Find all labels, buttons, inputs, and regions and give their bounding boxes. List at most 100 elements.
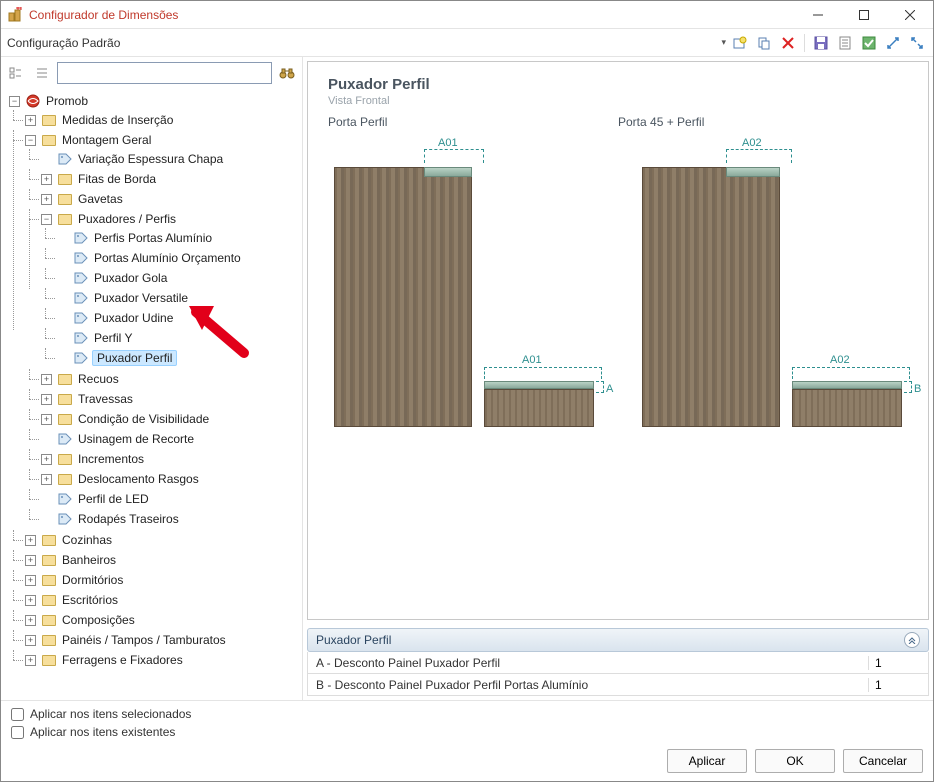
app-icon bbox=[7, 7, 23, 23]
tree-item[interactable]: Puxador Perfil bbox=[57, 349, 300, 367]
ok-button[interactable]: OK bbox=[755, 749, 835, 773]
param-row[interactable]: B - Desconto Painel Puxador Perfil Porta… bbox=[307, 674, 929, 696]
tree-item[interactable]: +Medidas de Inserção bbox=[25, 111, 300, 129]
tree-item[interactable]: + Travessas bbox=[41, 390, 300, 408]
folder-icon bbox=[58, 472, 72, 486]
tree-item[interactable]: Perfil de LED bbox=[41, 490, 300, 508]
folder-icon bbox=[58, 412, 72, 426]
toolbar-new-icon[interactable] bbox=[730, 33, 750, 53]
toolbar-collapse-icon[interactable] bbox=[907, 33, 927, 53]
window-maximize-button[interactable] bbox=[841, 1, 887, 29]
tree-item-label: Deslocamento Rasgos bbox=[76, 472, 201, 486]
window-close-button[interactable] bbox=[887, 1, 933, 29]
tree-item-label: Perfil de LED bbox=[76, 492, 151, 506]
toolbar-save-icon[interactable] bbox=[811, 33, 831, 53]
expander-icon[interactable]: + bbox=[25, 635, 36, 646]
toolbar-sheet-icon[interactable] bbox=[835, 33, 855, 53]
tree-mode-2-icon[interactable] bbox=[31, 62, 53, 84]
toolbar-delete-icon[interactable] bbox=[778, 33, 798, 53]
param-row[interactable]: A - Desconto Painel Puxador Perfil1 bbox=[307, 652, 929, 674]
expander-icon[interactable]: − bbox=[9, 96, 20, 107]
tree-item[interactable]: −Puxadores / Perfis bbox=[41, 210, 300, 228]
tree-item[interactable]: Portas Alumínio Orçamento bbox=[57, 249, 300, 267]
tree-item[interactable]: Puxador Udine bbox=[57, 309, 300, 327]
dim-label-a01: A01 bbox=[438, 137, 458, 149]
preview-subtitle: Vista Frontal bbox=[328, 95, 908, 107]
tree-item[interactable]: Usinagem de Recorte bbox=[41, 430, 300, 448]
tree-item[interactable]: +Fitas de Borda bbox=[41, 170, 300, 188]
tree-item-label: Usinagem de Recorte bbox=[76, 432, 196, 446]
navigation-tree[interactable]: −Promob+Medidas de Inserção −Montagem Ger… bbox=[1, 89, 302, 700]
tree-item[interactable]: + Deslocamento Rasgos bbox=[41, 470, 300, 488]
tree-item[interactable]: +Escritórios bbox=[25, 591, 300, 609]
apply-button[interactable]: Aplicar bbox=[667, 749, 747, 773]
toolbar-expand-icon[interactable] bbox=[883, 33, 903, 53]
window-minimize-button[interactable] bbox=[795, 1, 841, 29]
toolbar-copy-icon[interactable] bbox=[754, 33, 774, 53]
apply-selected-checkbox[interactable]: Aplicar nos itens selecionados bbox=[11, 707, 923, 721]
expander-icon[interactable]: − bbox=[25, 135, 36, 146]
tree-item[interactable]: Perfil Y bbox=[57, 329, 300, 347]
apply-existing-label: Aplicar nos itens existentes bbox=[30, 725, 175, 739]
tree-item[interactable]: +Cozinhas bbox=[25, 531, 300, 549]
expander-icon[interactable]: + bbox=[25, 595, 36, 606]
toolbar: Configuração Padrão ▾ bbox=[1, 29, 933, 57]
expander-icon[interactable]: + bbox=[41, 454, 52, 465]
search-input[interactable] bbox=[57, 62, 272, 84]
collapse-icon[interactable] bbox=[904, 632, 920, 648]
expander-icon[interactable]: + bbox=[25, 115, 36, 126]
expander-icon[interactable]: + bbox=[41, 194, 52, 205]
apply-existing-checkbox[interactable]: Aplicar nos itens existentes bbox=[11, 725, 923, 739]
tree-item-label: Puxador Versatile bbox=[92, 291, 190, 305]
tree-item-label: Puxador Perfil bbox=[92, 350, 177, 366]
tag-icon bbox=[74, 271, 88, 285]
expander-icon[interactable]: + bbox=[25, 655, 36, 666]
button-row: Aplicar OK Cancelar bbox=[1, 741, 933, 781]
window-title: Configurador de Dimensões bbox=[29, 8, 178, 22]
folder-icon bbox=[58, 212, 72, 226]
tree-item[interactable]: +Condição de Visibilidade bbox=[41, 410, 300, 428]
tree-item[interactable]: Perfis Portas Alumínio bbox=[57, 229, 300, 247]
tag-icon bbox=[58, 152, 72, 166]
tree-item-label: Perfil Y bbox=[92, 331, 134, 345]
folder-icon bbox=[42, 653, 56, 667]
cancel-button[interactable]: Cancelar bbox=[843, 749, 923, 773]
search-bar bbox=[1, 57, 302, 89]
tree-item[interactable]: Rodapés Traseiros bbox=[41, 510, 300, 528]
tree-item[interactable]: Puxador Versatile bbox=[57, 289, 300, 307]
tree-item-label: Portas Alumínio Orçamento bbox=[92, 251, 243, 265]
tree-item[interactable]: +Ferragens e Fixadores bbox=[25, 651, 300, 669]
tree-item-label: Travessas bbox=[76, 392, 135, 406]
tree-item[interactable]: +Incrementos bbox=[41, 450, 300, 468]
tree-item[interactable]: +Composições bbox=[25, 611, 300, 629]
tree-item[interactable]: +Painéis / Tampos / Tamburatos bbox=[25, 631, 300, 649]
param-header[interactable]: Puxador Perfil bbox=[307, 628, 929, 652]
profile-bar bbox=[424, 167, 472, 177]
expander-icon[interactable]: − bbox=[41, 214, 52, 225]
expander-icon[interactable]: + bbox=[41, 474, 52, 485]
tree-item[interactable]: +Banheiros bbox=[25, 551, 300, 569]
folder-icon bbox=[58, 192, 72, 206]
expander-icon[interactable]: + bbox=[41, 174, 52, 185]
dropdown-icon[interactable]: ▾ bbox=[721, 37, 726, 48]
expander-icon[interactable]: + bbox=[25, 615, 36, 626]
expander-icon[interactable]: + bbox=[25, 535, 36, 546]
tree-item[interactable]: Puxador Gola bbox=[57, 269, 300, 287]
tree-item[interactable]: Variação Espessura Chapa bbox=[41, 150, 300, 168]
expander-icon[interactable]: + bbox=[41, 414, 52, 425]
expander-icon[interactable]: + bbox=[41, 374, 52, 385]
param-value[interactable]: 1 bbox=[868, 656, 928, 670]
tree-item[interactable]: +Gavetas bbox=[41, 190, 300, 208]
tree-item[interactable]: +Dormitórios bbox=[25, 571, 300, 589]
expander-icon[interactable]: + bbox=[25, 575, 36, 586]
dim-box bbox=[904, 381, 912, 393]
tree-item[interactable]: +Recuos bbox=[41, 370, 300, 388]
expander-icon[interactable]: + bbox=[25, 555, 36, 566]
tree-item[interactable]: −Montagem Geral bbox=[25, 131, 300, 149]
toolbar-apply-icon[interactable] bbox=[859, 33, 879, 53]
tree-mode-1-icon[interactable] bbox=[5, 62, 27, 84]
expander-icon[interactable]: + bbox=[41, 394, 52, 405]
binoculars-icon[interactable] bbox=[276, 62, 298, 84]
param-value[interactable]: 1 bbox=[868, 678, 928, 692]
tree-root[interactable]: −Promob bbox=[9, 92, 300, 110]
